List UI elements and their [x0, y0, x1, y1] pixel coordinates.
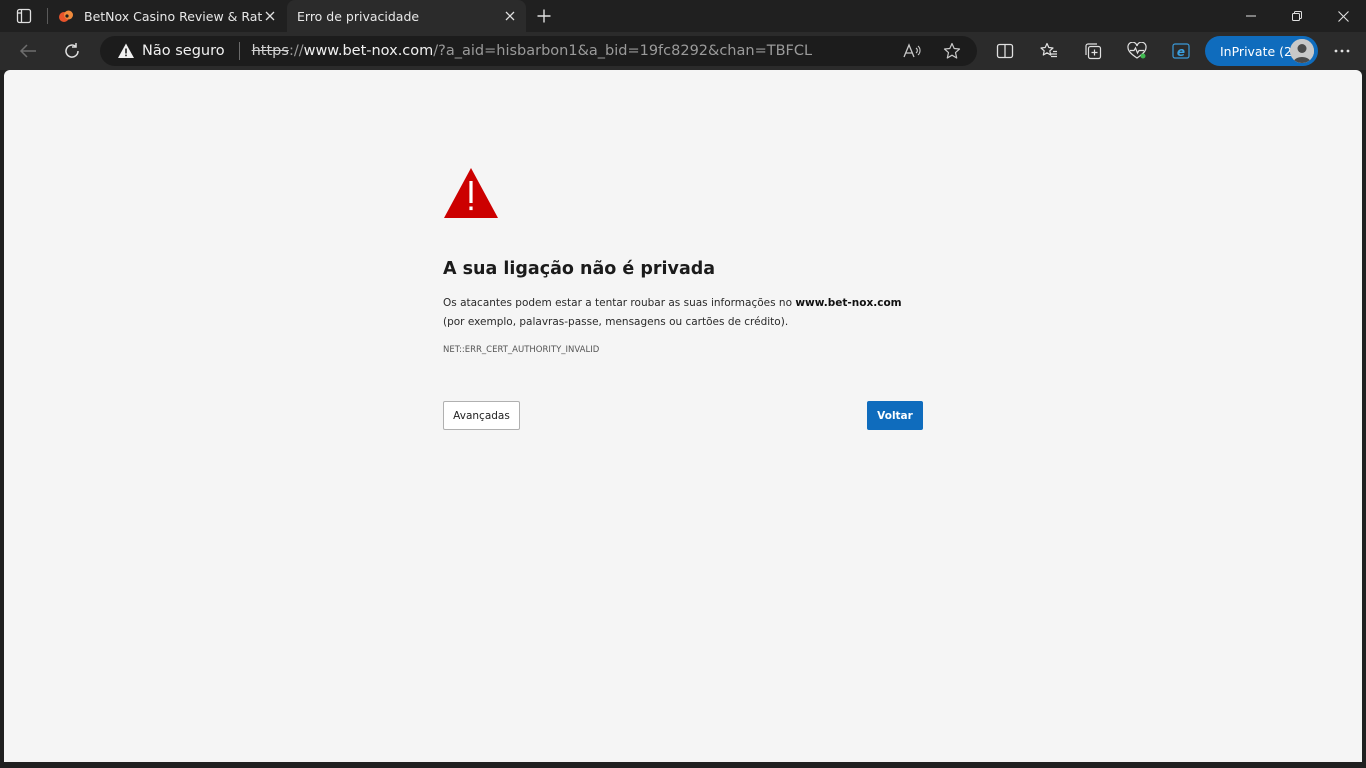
star-icon	[943, 42, 961, 59]
inprivate-label: InPrivate (2)	[1220, 43, 1297, 59]
close-icon	[1337, 10, 1349, 22]
refresh-icon	[65, 43, 79, 58]
tab-betnox[interactable]: BetNox Casino Review & Ratings	[50, 0, 286, 32]
avatar	[1290, 39, 1314, 63]
tab-title: Erro de privacidade	[297, 8, 420, 24]
minimize-button[interactable]	[1228, 0, 1274, 32]
tab-strip: BetNox Casino Review & Ratings Erro de p…	[0, 0, 1366, 32]
url-text[interactable]: https://www.bet-nox.com/?a_aid=hisbarbon…	[252, 43, 812, 59]
restore-icon	[1292, 11, 1302, 21]
warning-triangle-icon	[118, 43, 134, 58]
desc-prefix: Os atacantes podem estar a tentar roubar…	[443, 297, 796, 309]
url-scheme: https	[251, 43, 289, 59]
favorite-button[interactable]	[939, 39, 965, 63]
page-content: A sua ligação não é privada Os atacantes…	[4, 70, 1362, 762]
ie-mode-icon: e	[1172, 43, 1190, 59]
back-button-primary[interactable]: Voltar	[867, 401, 923, 430]
error-description: Os atacantes podem estar a tentar roubar…	[443, 294, 913, 332]
close-icon	[265, 11, 275, 21]
restore-button[interactable]	[1274, 0, 1320, 32]
split-screen-button[interactable]	[989, 35, 1021, 67]
favorites-button[interactable]	[1033, 35, 1065, 67]
favorites-list-icon	[1040, 42, 1057, 58]
collections-icon	[1085, 43, 1102, 60]
tab-close-button[interactable]	[502, 8, 518, 24]
url-host: www.bet-nox.com	[303, 43, 434, 59]
inprivate-button[interactable]: InPrivate (2)	[1205, 36, 1318, 66]
read-aloud-button[interactable]	[899, 39, 925, 63]
desc-suffix: (por exemplo, palavras-passe, mensagens …	[443, 316, 789, 328]
split-screen-icon	[996, 43, 1014, 59]
browser-toolbar: Não seguro https://www.bet-nox.com/?a_ai…	[0, 32, 1366, 70]
new-tab-button[interactable]	[532, 4, 556, 28]
close-window-button[interactable]	[1320, 0, 1366, 32]
tab-close-button[interactable]	[262, 8, 278, 24]
read-aloud-icon	[903, 43, 921, 58]
desc-host: www.bet-nox.com	[795, 297, 902, 309]
url-path: /?a_aid=hisbarbon1&a_bid=19fc8292&chan=T…	[433, 43, 813, 59]
profile-avatar-icon	[1290, 39, 1314, 63]
tab-actions-button[interactable]	[6, 4, 42, 28]
address-bar[interactable]: Não seguro https://www.bet-nox.com/?a_ai…	[100, 36, 977, 66]
security-status[interactable]: Não seguro	[142, 43, 225, 59]
minimize-icon	[1246, 15, 1256, 17]
back-button[interactable]	[12, 35, 44, 67]
warning-triangle-icon	[444, 168, 498, 218]
close-icon	[505, 11, 515, 21]
arrow-left-icon	[19, 44, 36, 58]
tab-privacy-error[interactable]: Erro de privacidade	[287, 0, 526, 32]
advanced-button[interactable]: Avançadas	[443, 401, 520, 430]
tab-separator	[47, 8, 48, 24]
page-title: A sua ligação não é privada	[443, 259, 716, 279]
plus-icon	[537, 9, 551, 23]
svg-text:e: e	[1177, 45, 1185, 59]
heartbeat-icon	[1127, 42, 1147, 59]
url-scheme-sep: ://	[288, 43, 304, 59]
more-menu-button[interactable]	[1326, 35, 1358, 67]
address-separator	[238, 42, 240, 60]
window-bottom-edge	[0, 762, 1366, 768]
performance-button[interactable]	[1121, 35, 1153, 67]
refresh-button[interactable]	[56, 35, 88, 67]
more-dots-icon	[1334, 49, 1350, 53]
error-code[interactable]: NET::ERR_CERT_AUTHORITY_INVALID	[443, 345, 599, 355]
ie-mode-button[interactable]: e	[1165, 35, 1197, 67]
betnox-favicon-icon	[59, 10, 73, 22]
tab-actions-icon	[16, 8, 32, 24]
collections-button[interactable]	[1077, 35, 1109, 67]
tab-title: BetNox Casino Review & Ratings	[84, 8, 262, 24]
